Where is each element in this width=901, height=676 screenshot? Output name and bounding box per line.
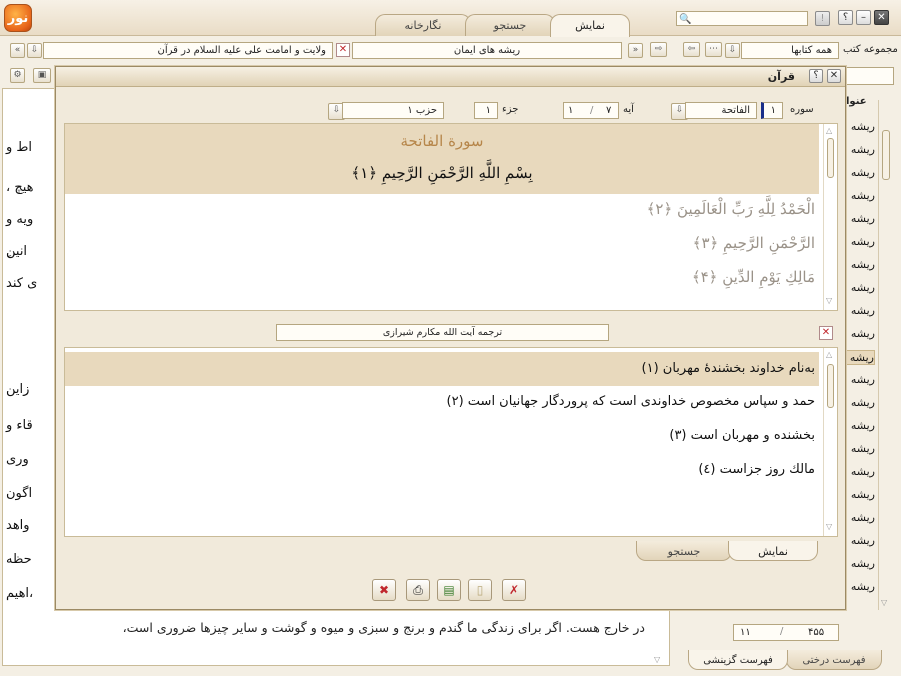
scroll-down-icon[interactable]: ▽	[826, 522, 832, 531]
book-collection-label: مجموعه کتب	[843, 44, 898, 55]
sura-label: سوره	[790, 104, 814, 115]
verse-1[interactable]: بِسْمِ اللَّهِ الرَّحْمَنِ الرَّحِيمِ ﴿۱…	[65, 164, 819, 182]
sura-title: سورة الفاتحة	[400, 132, 484, 150]
nav-back-arrow-icon[interactable]: «	[10, 43, 25, 58]
translator-select[interactable]: ترجمه آیت الله مکارم شیرازی	[276, 324, 609, 341]
dialog-title-bar[interactable]: قرآن ؟ ✕	[56, 67, 845, 87]
aya-from-value: ۱	[568, 105, 574, 116]
search-icon: 🔍	[679, 14, 692, 25]
translation-line-2[interactable]: حمد و سپاس مخصوص خداوندی است که پروردگار…	[447, 394, 815, 409]
translation-scroll-thumb[interactable]	[827, 364, 834, 408]
text-fragment: ی کند	[6, 276, 38, 291]
text-fragment: اط و	[6, 140, 33, 155]
nav-forward-arrow-icon[interactable]: »	[628, 43, 643, 58]
quran-scrollbar[interactable]: △ ▽	[823, 124, 837, 310]
book-collection-select[interactable]: همه کتابها	[741, 42, 839, 59]
aya-to-value: ۷	[606, 105, 612, 116]
page-separator: /	[780, 626, 784, 637]
sura-select[interactable]: الفاتحة	[685, 102, 757, 119]
tab-gallery[interactable]: نگارخانه	[375, 14, 471, 36]
text-fragment: ویه و	[6, 212, 34, 227]
right-search-input[interactable]	[846, 67, 894, 85]
dialog-close-button[interactable]: ✕	[827, 69, 841, 83]
breadcrumb-right[interactable]: ریشه های ایمان	[352, 42, 622, 59]
alert-button[interactable]: !	[815, 11, 830, 26]
settings-tool-icon[interactable]: ⚙	[10, 68, 25, 83]
close-window-button[interactable]: ✕	[874, 10, 889, 25]
print-icon[interactable]: ⎙	[406, 579, 430, 601]
main-text-line: در خارج هست. اگر برای زندگی ما گندم و بر…	[122, 620, 645, 635]
dropdown-arrow-icon[interactable]: ⇩	[27, 43, 42, 58]
export-icon[interactable]: ▤	[437, 579, 461, 601]
translation-line-3[interactable]: بخشنده و مهربان است (۳)	[669, 428, 815, 443]
sura-number-input[interactable]: ۱	[761, 102, 783, 119]
back-arrow-icon[interactable]: ⇦	[683, 42, 700, 57]
scroll-down-icon[interactable]: ▽	[826, 296, 832, 305]
view-toggle-icon[interactable]: ▣	[33, 68, 51, 83]
juz-input[interactable]: ۱	[474, 102, 498, 119]
quran-dialog: قرآن ؟ ✕ ⇩ حزب ۱ ۱ جزء ۱ / ۷ آیه ⇩ الفات…	[55, 66, 846, 610]
aya-separator: /	[590, 105, 594, 116]
text-fragment: واهد	[6, 518, 30, 533]
aya-label: آیه	[623, 104, 634, 115]
close-translation-icon[interactable]: ✕	[819, 326, 833, 340]
right-scroll-thumb[interactable]	[882, 130, 890, 180]
page-current: ۱۱	[740, 627, 751, 638]
aya-range-input[interactable]: ۱ / ۷	[563, 102, 619, 119]
verse-2[interactable]: الْحَمْدُ لِلَّهِ رَبِّ الْعَالَمِينَ ﴿۲…	[647, 200, 815, 218]
translation-scrollbar[interactable]: △ ▽	[823, 348, 837, 536]
text-fragment: ، هیچ	[6, 180, 34, 195]
right-panel-header: عنوا	[846, 96, 867, 107]
tab-view[interactable]: نمایش	[550, 14, 630, 37]
translation-pane: به‌نام خداوند بخشندهٔ مهربان (۱) حمد و س…	[64, 347, 838, 537]
dropdown-arrow-icon[interactable]: ⇩	[725, 43, 740, 58]
breadcrumb-left[interactable]: ولایت و امامت علی علیه السلام در قرآن	[43, 42, 333, 59]
hizb-select[interactable]: حزب ۱	[342, 102, 444, 119]
help-button[interactable]: ؟	[838, 10, 853, 25]
right-scroll-down-icon[interactable]: ▽	[881, 598, 887, 607]
verse-4[interactable]: مَالِكِ يَوْمِ الدِّينِ ﴿۴﴾	[692, 268, 815, 286]
quran-scroll-thumb[interactable]	[827, 138, 834, 178]
app-logo[interactable]: نور	[4, 4, 32, 32]
text-fragment: حظه	[6, 552, 32, 567]
quran-text-pane: سورة الفاتحة بِسْمِ اللَّهِ الرَّحْمَنِ …	[64, 123, 838, 311]
page-total: ۴۵۵	[808, 627, 825, 638]
global-search-input[interactable]: 🔍	[676, 11, 808, 26]
dialog-help-button[interactable]: ؟	[809, 69, 823, 83]
juz-label: جزء	[502, 104, 519, 115]
minimize-button[interactable]: –	[856, 10, 871, 25]
go-button-icon[interactable]: ⇨	[650, 42, 667, 57]
text-fragment: اگون	[6, 486, 33, 501]
dialog-tab-search[interactable]: جستجو	[636, 541, 732, 561]
clear-note-icon[interactable]: ✗	[502, 579, 526, 601]
page-counter: ۱۱ / ۴۵۵	[733, 624, 839, 641]
tab-tree-index[interactable]: فهرست درختی	[786, 650, 882, 670]
scroll-up-icon[interactable]: △	[826, 126, 832, 135]
text-fragment: اهیم،	[6, 586, 34, 601]
tab-selective-index[interactable]: فهرست گزینشی	[688, 650, 788, 670]
right-scrollbar[interactable]: ▽	[878, 100, 892, 610]
verse-3[interactable]: الرَّحْمَنِ الرَّحِيمِ ﴿۳﴾	[693, 234, 815, 252]
translation-line-4[interactable]: مالك روز جزاست (٤)	[698, 462, 815, 477]
text-fragment: وری	[6, 452, 29, 467]
delete-button[interactable]: ✖	[372, 579, 396, 601]
dialog-title: قرآن	[767, 70, 795, 83]
text-fragment: ِانین	[6, 244, 28, 259]
text-fragment: زاین	[6, 382, 30, 397]
translation-line-1[interactable]: به‌نام خداوند بخشندهٔ مهربان (۱)	[642, 361, 816, 376]
more-icon[interactable]: ⋯	[705, 42, 722, 57]
copy-icon[interactable]: ▯	[468, 579, 492, 601]
main-scroll-down-icon[interactable]: ▽	[654, 655, 660, 664]
dialog-tab-view[interactable]: نمایش	[728, 541, 818, 561]
close-breadcrumb-icon[interactable]: ✕	[336, 43, 350, 57]
text-fragment: قاء و	[6, 418, 33, 433]
tab-search[interactable]: جستجو	[465, 14, 555, 36]
scroll-up-icon[interactable]: △	[826, 350, 832, 359]
